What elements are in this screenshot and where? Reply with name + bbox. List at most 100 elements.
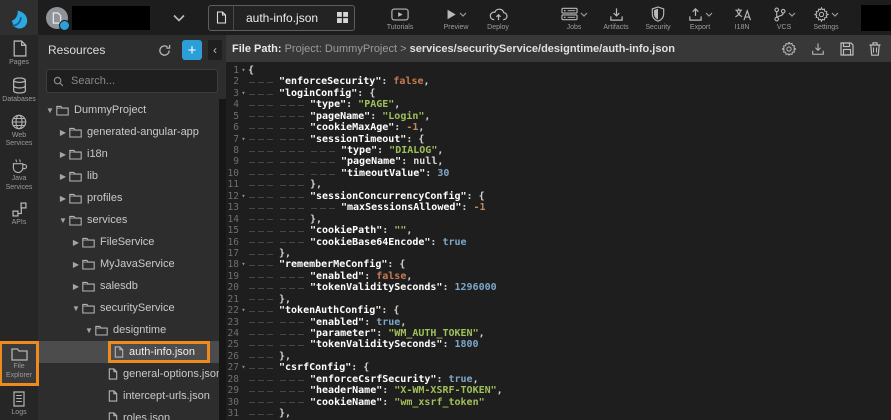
line-number[interactable]: 6 <box>226 122 239 134</box>
line-number[interactable]: 1 <box>226 65 239 77</box>
code-line-27[interactable]: 27▾"csrfConfig": { <box>226 362 891 373</box>
line-number[interactable]: 19 <box>226 271 239 283</box>
code-line-11[interactable]: 11}, <box>226 179 891 190</box>
sidebar-item-java-services[interactable]: Java Services <box>1 153 37 197</box>
tree-folder-fileservice[interactable]: ▶FileService <box>38 231 226 253</box>
refresh-icon[interactable] <box>155 41 174 60</box>
collapse-panel-button[interactable]: ‹ <box>208 40 222 60</box>
sidebar-item-file-explorer[interactable]: File Explorer <box>0 341 39 386</box>
tree-folder-lib[interactable]: ▶lib <box>38 165 226 187</box>
code-line-26[interactable]: 26}, <box>226 351 891 362</box>
fold-caret-icon[interactable]: ▾ <box>239 88 248 100</box>
add-resource-button[interactable]: + <box>182 40 202 60</box>
code-line-15[interactable]: 15"cookiePath": "", <box>226 225 891 236</box>
code-line-16[interactable]: 16"cookieBase64Encode": true <box>226 237 891 248</box>
code-line-29[interactable]: 29"headerName": "X-WM-XSRF-TOKEN", <box>226 385 891 396</box>
topbar-action-deploy[interactable]: Deploy <box>477 4 519 31</box>
code-line-17[interactable]: 17}, <box>226 248 891 259</box>
tree-folder-salesdb[interactable]: ▶salesdb <box>38 275 226 297</box>
fold-caret-icon[interactable]: ▾ <box>239 65 248 77</box>
line-number[interactable]: 16 <box>226 237 239 249</box>
app-logo[interactable] <box>0 0 38 35</box>
download-icon[interactable] <box>811 42 825 56</box>
sidebar-item-databases[interactable]: Databases <box>1 72 37 109</box>
line-number[interactable]: 26 <box>226 351 239 363</box>
code-line-5[interactable]: 5"pageName": "Login", <box>226 111 891 122</box>
search-input[interactable] <box>69 74 211 88</box>
code-line-30[interactable]: 30"cookieName": "wm_xsrf_token" <box>226 397 891 408</box>
line-number[interactable]: 10 <box>226 168 239 180</box>
line-number[interactable]: 9 <box>226 156 239 168</box>
expand-caret-icon[interactable]: ▼ <box>44 106 56 115</box>
line-number[interactable]: 17 <box>226 248 239 260</box>
sidebar-item-apis[interactable]: APIs <box>1 197 37 232</box>
expand-caret-icon[interactable]: ▶ <box>57 172 69 181</box>
line-number[interactable]: 7 <box>226 134 239 146</box>
sidebar-item-web-services[interactable]: Web Services <box>1 109 37 154</box>
topbar-action-settings[interactable]: Settings <box>805 4 847 31</box>
code-line-24[interactable]: 24"parameter": "WM_AUTH_TOKEN", <box>226 328 891 339</box>
sidebar-item-pages[interactable]: Pages <box>1 35 37 72</box>
tree-folder-myjavaservice[interactable]: ▶MyJavaService <box>38 253 226 275</box>
expand-caret-icon[interactable]: ▼ <box>57 216 69 225</box>
line-number[interactable]: 13 <box>226 202 239 214</box>
topbar-action-vcs[interactable]: VCS <box>763 4 805 31</box>
fold-caret-icon[interactable]: ▾ <box>239 305 248 317</box>
expand-caret-icon[interactable]: ▶ <box>57 194 69 203</box>
tree-file-roles-json[interactable]: roles.json <box>38 407 226 420</box>
topbar-action-i18n[interactable]: I18N <box>721 4 763 31</box>
tree-folder-designtime[interactable]: ▼designtime <box>38 319 226 341</box>
fold-caret-icon[interactable]: ▾ <box>239 134 248 146</box>
tree-file-intercept-urls-json[interactable]: intercept-urls.json <box>38 385 226 407</box>
line-number[interactable]: 8 <box>226 145 239 157</box>
line-number[interactable]: 28 <box>226 374 239 386</box>
code-line-25[interactable]: 25"tokenValiditySeconds": 1800 <box>226 340 891 351</box>
line-number[interactable]: 3 <box>226 88 239 100</box>
code-line-8[interactable]: 8"type": "DIALOG", <box>226 145 891 156</box>
tree-folder-generated-angular-app[interactable]: ▶generated-angular-app <box>38 121 226 143</box>
code-line-20[interactable]: 20"tokenValiditySeconds": 1296000 <box>226 282 891 293</box>
line-number[interactable]: 24 <box>226 328 239 340</box>
expand-caret-icon[interactable]: ▼ <box>83 326 95 335</box>
tree-file-auth-info-json[interactable]: auth-info.json <box>38 341 226 363</box>
code-line-23[interactable]: 23"enabled": true, <box>226 317 891 328</box>
code-line-10[interactable]: 10"timeoutValue": 30 <box>226 168 891 179</box>
topbar-action-tutorials[interactable]: Tutorials <box>379 4 421 31</box>
line-number[interactable]: 31 <box>226 408 239 420</box>
save-icon[interactable] <box>840 42 854 56</box>
fold-caret-icon[interactable]: ▾ <box>239 191 248 203</box>
line-number[interactable]: 18 <box>226 259 239 271</box>
tree-folder-services[interactable]: ▼services <box>38 209 226 231</box>
code-line-28[interactable]: 28"enforceCsrfSecurity": true, <box>226 374 891 385</box>
line-number[interactable]: 25 <box>226 339 239 351</box>
code-line-7[interactable]: 7▾"sessionTimeout": { <box>226 134 891 145</box>
topbar-action-preview[interactable]: Preview <box>435 4 477 31</box>
tree-folder-securityservice[interactable]: ▼securityService <box>38 297 226 319</box>
expand-caret-icon[interactable]: ▶ <box>70 282 82 291</box>
code-line-4[interactable]: 4"type": "PAGE", <box>226 99 891 110</box>
fold-caret-icon[interactable]: ▾ <box>239 362 248 374</box>
code-line-1[interactable]: 1▾{ <box>226 65 891 76</box>
line-number[interactable]: 14 <box>226 214 239 226</box>
expand-caret-icon[interactable]: ▶ <box>57 150 69 159</box>
code-line-12[interactable]: 12▾"sessionConcurrencyConfig": { <box>226 191 891 202</box>
line-number[interactable]: 30 <box>226 397 239 409</box>
expand-caret-icon[interactable]: ▶ <box>70 238 82 247</box>
code-line-13[interactable]: 13"maxSessionsAllowed": -1 <box>226 202 891 213</box>
line-number[interactable]: 20 <box>226 282 239 294</box>
expand-caret-icon[interactable]: ▶ <box>57 128 69 137</box>
line-number[interactable]: 15 <box>226 225 239 237</box>
tree-scrollbar[interactable] <box>219 99 226 420</box>
code-line-18[interactable]: 18▾"rememberMeConfig": { <box>226 259 891 270</box>
topbar-action-jobs[interactable]: Jobs <box>553 4 595 31</box>
line-number[interactable]: 27 <box>226 362 239 374</box>
expand-caret-icon[interactable]: ▼ <box>70 304 82 313</box>
topbar-action-security[interactable]: Security <box>637 4 679 31</box>
code-line-31[interactable]: 31}, <box>226 408 891 419</box>
project-avatar[interactable] <box>46 7 68 29</box>
project-menu-chevron-icon[interactable] <box>172 14 186 22</box>
line-number[interactable]: 2 <box>226 76 239 88</box>
code-line-2[interactable]: 2"enforceSecurity": false, <box>226 76 891 87</box>
code-line-9[interactable]: 9"pageName": null, <box>226 157 891 168</box>
tree-folder-dummyproject[interactable]: ▼DummyProject <box>38 99 226 121</box>
